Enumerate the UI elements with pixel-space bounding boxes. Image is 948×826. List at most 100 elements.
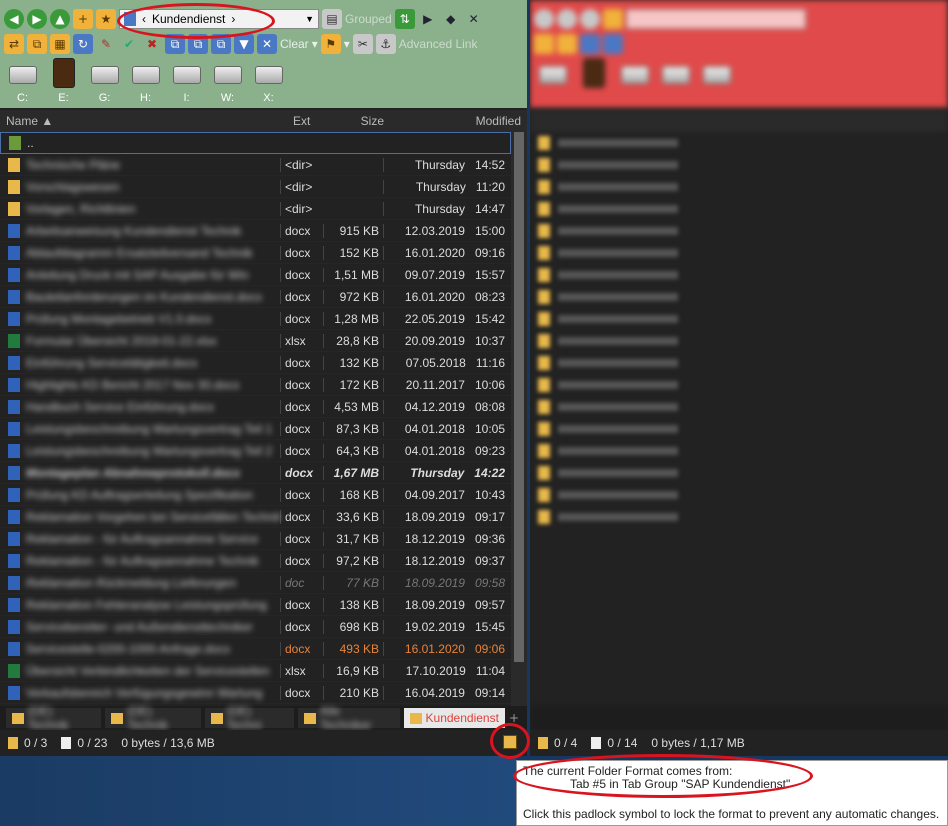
table-row[interactable]: Übersicht Verbindlichkeiten der Services… (0, 660, 511, 682)
table-row[interactable]: Servicestelle-0200-1000-Anfrage.docx docx… (0, 638, 511, 660)
back-icon[interactable] (534, 9, 554, 29)
table-row[interactable] (530, 330, 948, 352)
edit-icon[interactable]: ✎ (96, 34, 116, 54)
table-row[interactable] (530, 154, 948, 176)
new-folder-icon[interactable]: + (73, 9, 93, 29)
table-row[interactable] (530, 506, 948, 528)
scroll-thumb[interactable] (514, 132, 524, 662)
close-icon[interactable]: ✕ (464, 9, 484, 29)
drive-icon[interactable] (702, 66, 731, 84)
new-folder-icon[interactable] (603, 9, 623, 29)
table-row[interactable] (530, 484, 948, 506)
table-row[interactable] (530, 286, 948, 308)
tab-3[interactable]: Alle Techniker (298, 704, 400, 732)
advanced-link-button[interactable]: Advanced Link (399, 37, 478, 51)
drive-2[interactable]: G: (88, 58, 121, 104)
table-row[interactable]: Prüfung Montagebetrieb V1.0.docx docx 1,28… (0, 308, 511, 330)
table-row[interactable]: Technische Pläne <dir> Thursday 14:52 (0, 154, 511, 176)
swap-icon[interactable]: ◆ (441, 9, 461, 29)
col-name[interactable]: Name ▲ (0, 114, 287, 128)
clear-filter-icon[interactable]: ✕ (257, 34, 277, 54)
table-row[interactable] (530, 264, 948, 286)
refresh-icon[interactable]: ↻ (73, 34, 93, 54)
grouped-label[interactable]: Grouped (345, 12, 392, 26)
link-icon[interactable]: ✂ (352, 34, 373, 54)
tag-dropdown-icon[interactable]: ▾ (344, 37, 350, 51)
play-icon[interactable]: ▶ (418, 9, 438, 29)
forward-icon[interactable]: ▶ (27, 9, 47, 29)
grouped-icon[interactable]: ▤ (322, 9, 342, 29)
sync-icon[interactable]: ⇅ (394, 9, 415, 29)
check-icon[interactable]: ✔ (119, 34, 139, 54)
drive-icon[interactable] (661, 66, 690, 84)
tag-icon[interactable]: ⚑ (320, 34, 341, 54)
table-row[interactable]: Handbuch Service Einführung.docx docx 4,53… (0, 396, 511, 418)
favorites-icon[interactable]: ★ (96, 9, 116, 29)
tab-0[interactable]: (DE) Technik (6, 704, 102, 732)
tab-2[interactable]: (DE) Techni (204, 704, 295, 732)
dropdown-arrow-icon[interactable]: ▼ (305, 14, 314, 24)
table-row[interactable] (530, 308, 948, 330)
up-icon[interactable] (580, 9, 600, 29)
drive-1[interactable]: E: (47, 58, 80, 104)
scrollbar[interactable] (511, 132, 527, 732)
tab-1[interactable]: (DE) Technik (105, 704, 201, 732)
drive-icon[interactable] (582, 58, 605, 88)
table-row[interactable]: Ablaufdiagramm Ersatzteilversand Technik… (0, 242, 511, 264)
table-row[interactable]: Arbeitsanweisung Kundendienst Technik doc… (0, 220, 511, 242)
copy-path-icon[interactable] (603, 34, 623, 54)
move-icon[interactable] (534, 34, 554, 54)
table-row[interactable]: Reklamation Rückmeldung Lieferungen doc 77… (0, 572, 511, 594)
copy-to-icon[interactable]: ⧉ (27, 34, 47, 54)
table-row[interactable] (530, 418, 948, 440)
table-row[interactable]: Verkaufsbereich Verfügungsgewinn Wartung… (0, 682, 511, 704)
drive-icon[interactable] (620, 66, 649, 84)
table-row[interactable]: Vorlagen, Richtlinien <dir> Thursday 14:47 (0, 198, 511, 220)
table-row[interactable]: Reklamation - für Auftragsannahme Servic… (0, 528, 511, 550)
tab-4[interactable]: Kundendienst (403, 708, 505, 728)
back-icon[interactable]: ◀ (4, 9, 24, 29)
drive-0[interactable]: C: (6, 58, 39, 104)
table-row[interactable] (530, 220, 948, 242)
drive-5[interactable]: W: (211, 58, 244, 104)
table-row[interactable]: Bauteilanforderungen im Kundendienst.doc… (0, 286, 511, 308)
table-row[interactable]: Reklamation Vorgehen bei Servicefällen T… (0, 506, 511, 528)
drive-icon[interactable] (538, 66, 567, 84)
table-row[interactable]: Vorschlagswesen <dir> Thursday 11:20 (0, 176, 511, 198)
table-row[interactable]: Einführung Servicetätigkeit.docx docx 132 … (0, 352, 511, 374)
table-row[interactable]: Formular Übersicht 2019-01-22.xlsx xlsx 28… (0, 330, 511, 352)
table-row[interactable] (530, 198, 948, 220)
col-ext[interactable]: Ext (287, 114, 330, 128)
table-row[interactable] (530, 440, 948, 462)
drive-4[interactable]: I: (170, 58, 203, 104)
path-dropdown[interactable] (626, 9, 806, 29)
table-row[interactable] (530, 132, 948, 154)
table-row[interactable] (530, 462, 948, 484)
copy-to-icon[interactable] (557, 34, 577, 54)
table-row[interactable] (530, 242, 948, 264)
table-row[interactable]: Anleitung Druck mit SAP Ausgabe für Win d… (0, 264, 511, 286)
clear-dropdown-icon[interactable]: ▾ (312, 37, 318, 51)
col-size[interactable]: Size (330, 114, 390, 128)
table-row[interactable]: Montageplan Abnahmeprotokoll.docx docx 1,6… (0, 462, 511, 484)
up-icon[interactable]: ▲ (50, 9, 70, 29)
table-row[interactable]: Highlights KD Bericht 2017 Nov 30.docx do… (0, 374, 511, 396)
table-row[interactable] (530, 352, 948, 374)
drive-3[interactable]: H: (129, 58, 162, 104)
col-modified[interactable]: Modified (390, 114, 527, 128)
move-icon[interactable]: ⇄ (4, 34, 24, 54)
table-row[interactable]: Leistungsbeschreibung Wartungsvertrag Te… (0, 440, 511, 462)
clear-button[interactable]: Clear (280, 37, 309, 51)
table-row[interactable]: Reklamation - für Auftragsannahme Techni… (0, 550, 511, 572)
table-row[interactable] (530, 176, 948, 198)
drive-6[interactable]: X: (252, 58, 285, 104)
archive-icon[interactable]: ▦ (50, 34, 70, 54)
refresh-icon[interactable] (580, 34, 600, 54)
table-row[interactable] (530, 374, 948, 396)
table-row[interactable]: Reklamation Fehleranalyse Leistungsprüfu… (0, 594, 511, 616)
table-row[interactable]: Prüfung KD Auftragserteilung Spezifikati… (0, 484, 511, 506)
table-row[interactable]: Leistungsbeschreibung Wartungsvertrag Te… (0, 418, 511, 440)
filter-icon[interactable]: ▼ (234, 34, 254, 54)
table-row[interactable]: Servicebereiter- und Außendiensttechnike… (0, 616, 511, 638)
forward-icon[interactable] (557, 9, 577, 29)
